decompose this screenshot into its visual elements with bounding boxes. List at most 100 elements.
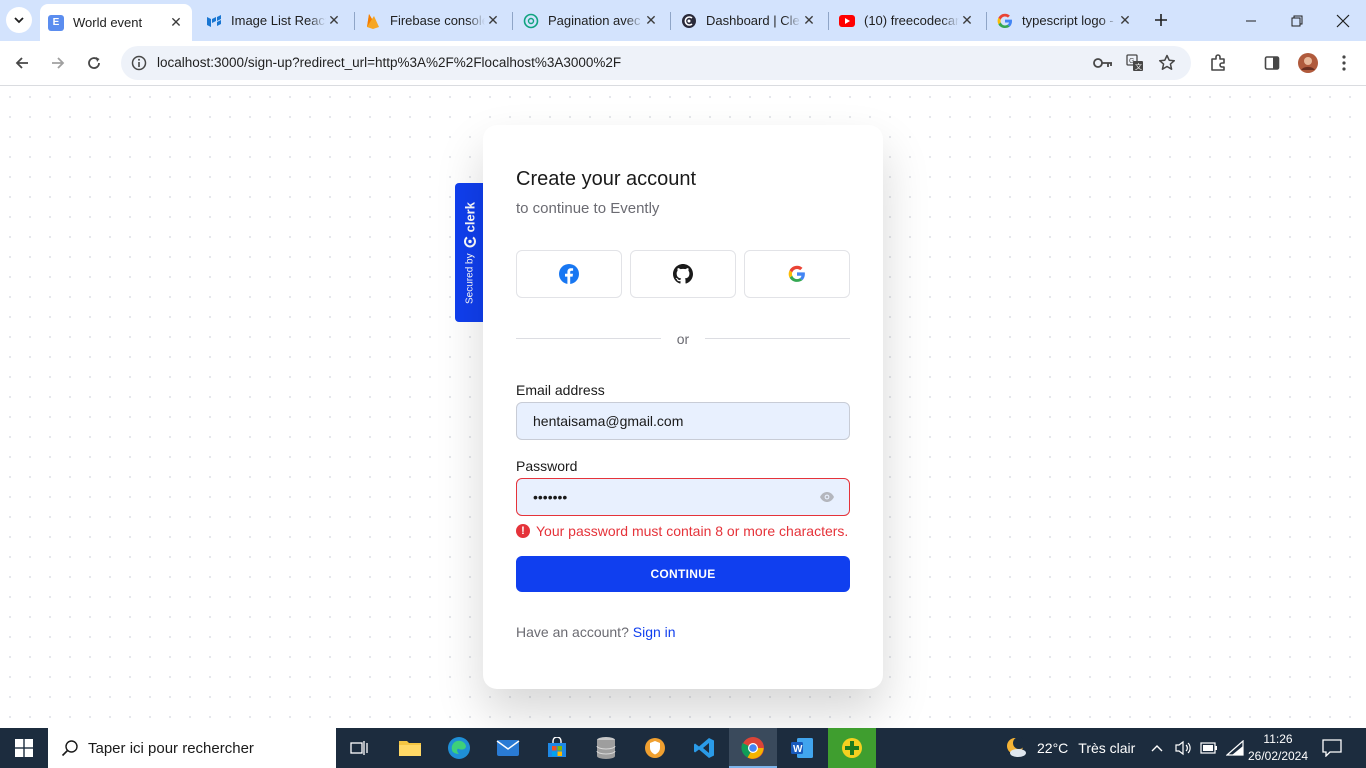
system-tray — [1150, 728, 1244, 768]
address-bar[interactable]: localhost:3000/sign-up?redirect_url=http… — [121, 46, 1191, 80]
shield-app[interactable] — [631, 728, 679, 768]
chatgpt-favicon-icon — [523, 13, 539, 29]
weather-temp: 22°C — [1037, 740, 1069, 756]
clerk-logo: clerk — [462, 202, 477, 248]
tab-search-button[interactable] — [6, 7, 32, 33]
show-password-button[interactable] — [819, 490, 835, 504]
chevron-down-icon — [14, 17, 24, 24]
battery-icon[interactable] — [1200, 742, 1218, 754]
url-text[interactable]: localhost:3000/sign-up?redirect_url=http… — [157, 55, 621, 70]
tab-separator — [670, 12, 671, 30]
close-icon[interactable]: ✕ — [959, 12, 975, 29]
edge-icon — [448, 737, 470, 759]
back-button[interactable] — [8, 49, 36, 77]
continue-button[interactable]: CONTINUE — [516, 556, 850, 592]
tab-typescript-logo[interactable]: typescript logo - ✕ — [989, 0, 1141, 41]
weather-widget[interactable]: 22°C Très clair — [1004, 728, 1135, 768]
sign-in-link[interactable]: Sign in — [633, 624, 676, 640]
facebook-signin-button[interactable] — [516, 250, 622, 298]
clock-date: 26/02/2024 — [1247, 749, 1309, 763]
speaker-icon[interactable] — [1174, 740, 1192, 756]
have-account-text: Have an account? — [516, 624, 629, 640]
task-view-button[interactable] — [336, 728, 384, 768]
restore-icon — [1291, 15, 1303, 26]
side-panel-icon — [1264, 56, 1280, 70]
browser-menu-button[interactable] — [1330, 49, 1358, 77]
password-input[interactable] — [533, 479, 813, 515]
word-app[interactable]: W — [778, 728, 826, 768]
google-signin-button[interactable] — [744, 250, 850, 298]
puzzle-icon — [1211, 54, 1225, 71]
vscode-app[interactable] — [680, 728, 728, 768]
tab-separator — [512, 12, 513, 30]
side-panel-button[interactable] — [1258, 49, 1286, 77]
profile-avatar[interactable] — [1294, 49, 1322, 77]
taskbar-clock[interactable]: 11:26 26/02/2024 — [1244, 731, 1312, 765]
start-button[interactable] — [0, 728, 48, 768]
chevron-up-icon[interactable] — [1150, 743, 1164, 753]
divider-line-left — [516, 338, 661, 339]
network-icon[interactable] — [1226, 740, 1244, 756]
bookmark-star-icon[interactable] — [1155, 51, 1179, 75]
tab-firebase-console[interactable]: Firebase console ✕ — [357, 0, 509, 41]
database-app[interactable] — [582, 728, 630, 768]
clock-time: 11:26 — [1263, 732, 1293, 746]
youtube-favicon-icon — [839, 13, 855, 29]
close-window-button[interactable] — [1320, 0, 1366, 41]
translate-icon[interactable]: G文 — [1123, 51, 1147, 75]
mail-app[interactable] — [484, 728, 532, 768]
tab-image-list-react[interactable]: Image List React ✕ — [198, 0, 350, 41]
close-icon[interactable]: ✕ — [1117, 12, 1133, 29]
eye-icon — [820, 492, 834, 502]
weather-desc: Très clair — [1078, 740, 1136, 756]
close-icon[interactable]: ✕ — [643, 12, 659, 29]
password-key-icon[interactable] — [1091, 51, 1115, 75]
close-icon[interactable]: ✕ — [485, 12, 501, 29]
edge-app[interactable] — [435, 728, 483, 768]
close-icon[interactable]: ✕ — [801, 12, 817, 29]
tab-title: Firebase console — [390, 13, 485, 28]
minimize-button[interactable] — [1228, 0, 1274, 41]
store-icon — [548, 737, 566, 757]
secured-by-clerk-badge[interactable]: Secured by clerk — [455, 183, 484, 322]
divider-or: or — [676, 331, 690, 347]
tab-world-event[interactable]: E World event ✕ — [40, 4, 192, 41]
email-field[interactable] — [516, 402, 850, 440]
vscode-icon — [694, 738, 714, 758]
green-plus-app[interactable] — [828, 728, 876, 768]
email-label: Email address — [516, 382, 605, 398]
page-content: Secured by clerk Create your account to … — [0, 87, 1366, 728]
email-input[interactable] — [533, 403, 813, 439]
reload-button[interactable] — [80, 49, 108, 77]
file-explorer-app[interactable] — [386, 728, 434, 768]
evently-favicon-icon: E — [48, 14, 64, 31]
taskbar-search-placeholder: Taper ici pour rechercher — [88, 739, 254, 757]
taskbar-search[interactable]: Taper ici pour rechercher — [48, 728, 336, 768]
tab-title: typescript logo - — [1022, 13, 1114, 28]
tab-separator — [354, 12, 355, 30]
github-signin-button[interactable] — [630, 250, 736, 298]
notification-icon — [1322, 739, 1342, 757]
tab-clerk-dashboard[interactable]: Dashboard | Cler ✕ — [673, 0, 825, 41]
close-icon[interactable]: ✕ — [326, 12, 342, 29]
windows-taskbar: Taper ici pour rechercher W 22°C Très cl… — [0, 728, 1366, 768]
clerk-favicon-icon — [681, 13, 697, 29]
site-info-icon[interactable] — [127, 51, 151, 75]
windows-logo-icon — [15, 739, 33, 757]
store-app[interactable] — [533, 728, 581, 768]
mail-icon — [496, 740, 520, 756]
tab-pagination[interactable]: Pagination avec ✕ — [515, 0, 667, 41]
tab-freecodecamp-youtube[interactable]: (10) freecodecan ✕ — [831, 0, 983, 41]
password-field[interactable] — [516, 478, 850, 516]
restore-button[interactable] — [1274, 0, 1320, 41]
chrome-app[interactable] — [729, 728, 777, 768]
tab-title: Pagination avec — [548, 13, 641, 28]
clerk-logo-icon — [463, 236, 476, 248]
close-icon — [1336, 14, 1350, 27]
close-icon[interactable]: ✕ — [168, 14, 184, 31]
browser-toolbar: localhost:3000/sign-up?redirect_url=http… — [0, 41, 1366, 86]
new-tab-button[interactable] — [1150, 9, 1172, 31]
notifications-button[interactable] — [1322, 728, 1342, 768]
forward-button[interactable] — [44, 49, 72, 77]
extensions-button[interactable] — [1204, 49, 1232, 77]
